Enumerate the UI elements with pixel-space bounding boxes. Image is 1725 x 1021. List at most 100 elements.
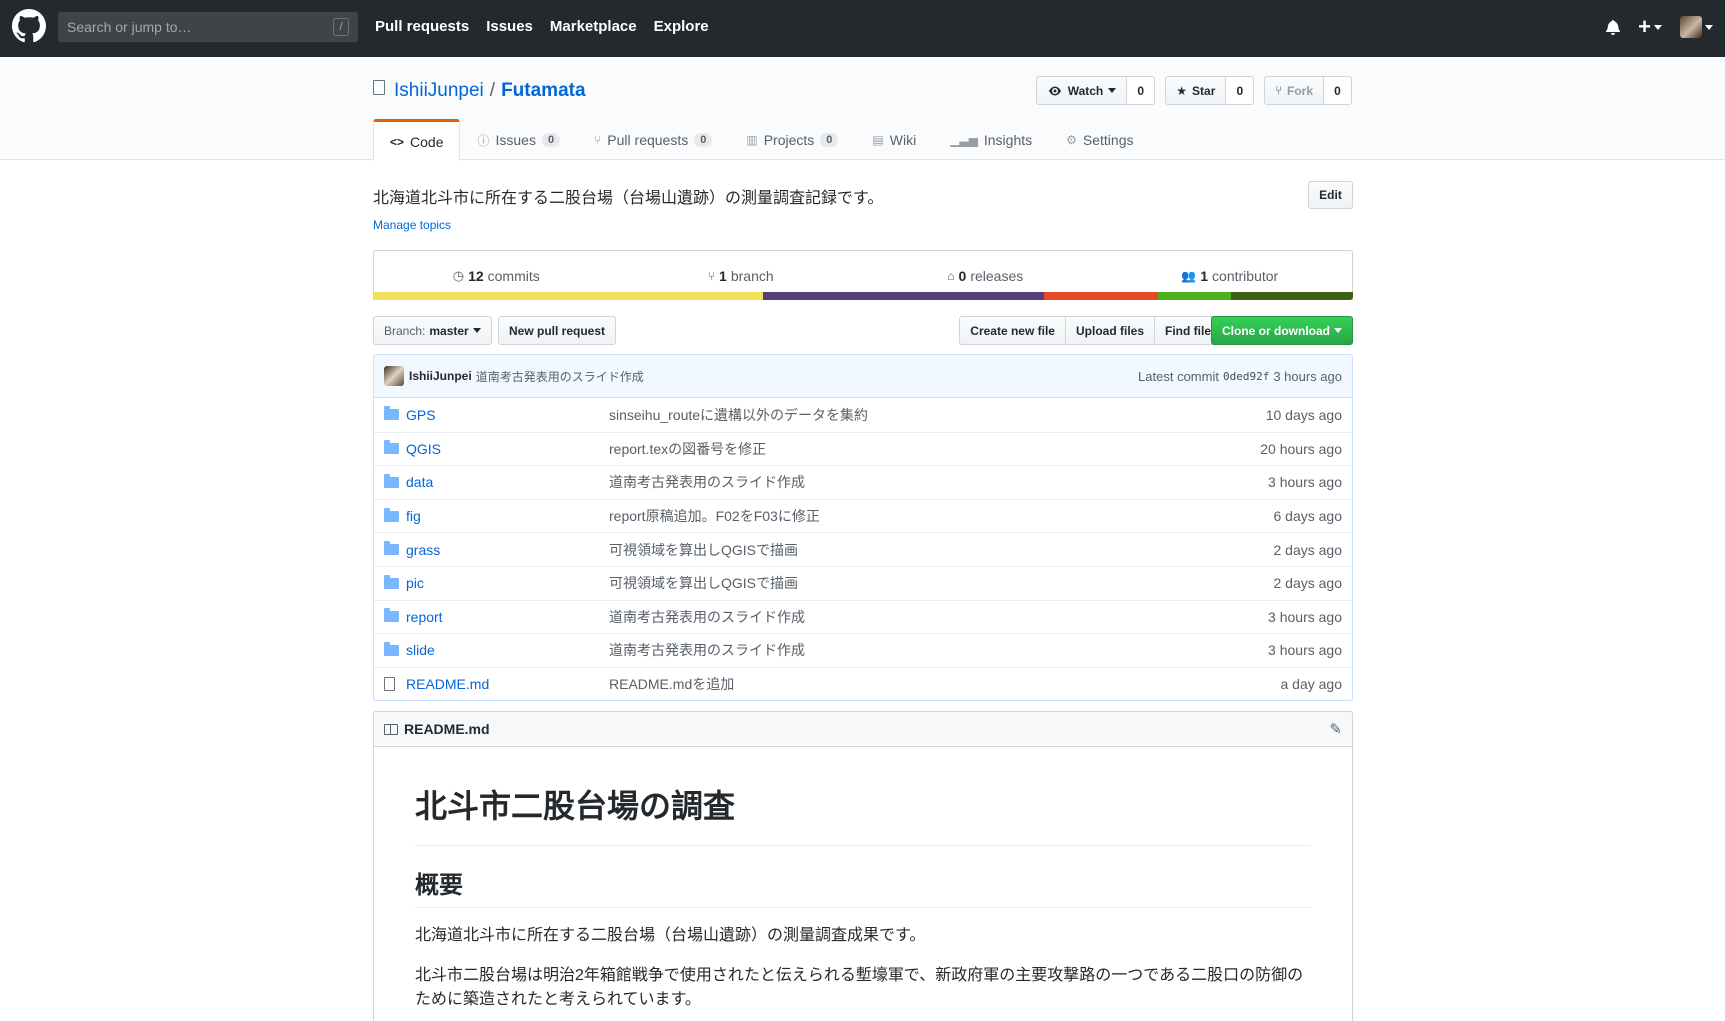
tab-label: Pull requests bbox=[607, 132, 689, 148]
file-age: 2 days ago bbox=[1273, 575, 1343, 592]
readme-header: README.md ✎ bbox=[373, 711, 1353, 747]
people-icon: 👥 bbox=[1181, 268, 1197, 283]
file-name-link[interactable]: report bbox=[406, 609, 609, 625]
latest-commit-label: Latest commit bbox=[1138, 368, 1219, 384]
file-age: 3 hours ago bbox=[1268, 608, 1342, 625]
language-segment bbox=[1157, 292, 1232, 300]
table-row: fig report原稿追加。F02をF03に修正 6 days ago bbox=[374, 498, 1352, 533]
commit-message-link[interactable]: 道南考古発表用のスライド作成 bbox=[476, 368, 644, 385]
tab-insights[interactable]: ▁▃▅ Insights bbox=[933, 119, 1049, 160]
tab-settings[interactable]: ⚙ Settings bbox=[1049, 119, 1150, 160]
watch-count[interactable]: 0 bbox=[1127, 76, 1156, 105]
chevron-down-icon bbox=[1705, 24, 1713, 30]
branch-count: 1 bbox=[719, 267, 727, 284]
file-name-link[interactable]: QGIS bbox=[406, 441, 609, 457]
watch-group: Watch 0 bbox=[1035, 76, 1156, 105]
file-commit-message-link[interactable]: 道南考古発表用のスライド作成 bbox=[609, 640, 1268, 660]
file-commit-message-link[interactable]: 可視領域を算出しQGISで描画 bbox=[609, 573, 1274, 593]
file-age: a day ago bbox=[1280, 676, 1343, 693]
create-new-menu[interactable]: + bbox=[1638, 16, 1662, 38]
repo-owner-link[interactable]: IshiiJunpei bbox=[394, 80, 484, 102]
table-row: pic 可視領域を算出しQGISで描画 2 days ago bbox=[374, 565, 1352, 600]
file-commit-message-link[interactable]: sinseihu_routeに遺構以外のデータを集約 bbox=[609, 405, 1266, 425]
global-nav: Pull requests Issues Marketplace Explore bbox=[375, 18, 709, 35]
edit-description-button[interactable]: Edit bbox=[1308, 181, 1353, 209]
manage-topics-link[interactable]: Manage topics bbox=[373, 218, 451, 232]
nav-issues[interactable]: Issues bbox=[486, 18, 533, 35]
user-menu[interactable] bbox=[1680, 16, 1713, 38]
watch-button[interactable]: Watch bbox=[1035, 76, 1128, 105]
avatar[interactable] bbox=[384, 366, 404, 386]
star-count[interactable]: 0 bbox=[1226, 76, 1255, 105]
fork-button[interactable]: ⑂ Fork bbox=[1264, 76, 1324, 105]
language-segment bbox=[1231, 292, 1353, 300]
commits-label: commits bbox=[487, 267, 540, 284]
file-commit-message-link[interactable]: README.mdを追加 bbox=[609, 674, 1281, 694]
user-controls: + bbox=[1606, 16, 1713, 38]
code-icon: <> bbox=[390, 134, 405, 149]
table-row: GPS sinseihu_routeに遺構以外のデータを集約 10 days a… bbox=[374, 398, 1352, 432]
book-icon bbox=[384, 723, 398, 735]
language-bar[interactable] bbox=[373, 292, 1353, 300]
commit-sha-link[interactable]: 0ded92f bbox=[1223, 370, 1269, 383]
github-logo-icon[interactable] bbox=[12, 9, 46, 43]
file-name-link[interactable]: grass bbox=[406, 542, 609, 558]
branch-icon: ⑂ bbox=[707, 268, 716, 283]
file-commit-message-link[interactable]: report原稿追加。F02をF03に修正 bbox=[609, 506, 1274, 526]
star-button[interactable]: ★ Star bbox=[1165, 76, 1227, 105]
file-name-link[interactable]: pic bbox=[406, 575, 609, 591]
clone-download-button[interactable]: Clone or download bbox=[1211, 316, 1353, 345]
file-commit-message-link[interactable]: 可視領域を算出しQGISで描画 bbox=[609, 540, 1274, 560]
repo-name-link[interactable]: Futamata bbox=[501, 80, 585, 102]
nav-explore[interactable]: Explore bbox=[654, 18, 709, 35]
avatar bbox=[1680, 16, 1702, 38]
table-row: slide 道南考古発表用のスライド作成 3 hours ago bbox=[374, 633, 1352, 667]
file-age: 3 hours ago bbox=[1268, 642, 1342, 659]
history-icon: ◷ bbox=[452, 267, 465, 283]
create-new-file-button[interactable]: Create new file bbox=[959, 316, 1066, 345]
gear-icon: ⚙ bbox=[1066, 133, 1077, 147]
nav-marketplace[interactable]: Marketplace bbox=[550, 18, 637, 35]
readme-filename: README.md bbox=[404, 721, 490, 737]
issue-icon: ⓘ bbox=[477, 133, 490, 148]
readme-subheading: 概要 bbox=[415, 870, 1311, 908]
file-commit-message-link[interactable]: report.texの図番号を修正 bbox=[609, 439, 1260, 459]
file-name-link[interactable]: GPS bbox=[406, 407, 609, 423]
file-age: 3 hours ago bbox=[1268, 474, 1342, 491]
pencil-icon[interactable]: ✎ bbox=[1329, 720, 1342, 738]
tab-label: Insights bbox=[983, 132, 1033, 148]
file-name-link[interactable]: slide bbox=[406, 642, 609, 658]
folder-icon bbox=[384, 574, 399, 589]
commit-meta: Latest commit 0ded92f 3 hours ago bbox=[1138, 369, 1342, 384]
path-separator: / bbox=[489, 80, 496, 101]
commit-author-link[interactable]: IshiiJunpei bbox=[409, 369, 472, 383]
readme-paragraph: 北海道北斗市に所在する二股台場（台場山遺跡）の測量調査成果です。 bbox=[415, 927, 926, 944]
tab-wiki[interactable]: ▤ Wiki bbox=[855, 119, 933, 160]
chevron-down-icon bbox=[1334, 328, 1342, 333]
file-name-link[interactable]: data bbox=[406, 474, 609, 490]
file-icon bbox=[384, 677, 395, 692]
nav-pull-requests[interactable]: Pull requests bbox=[375, 18, 469, 35]
chevron-down-icon bbox=[1654, 24, 1662, 30]
file-commit-message-link[interactable]: 道南考古発表用のスライド作成 bbox=[609, 472, 1268, 492]
branch-select-button[interactable]: Branch: master bbox=[373, 316, 492, 345]
bell-icon[interactable] bbox=[1606, 19, 1621, 35]
file-commit-message-link[interactable]: 道南考古発表用のスライド作成 bbox=[609, 607, 1268, 627]
tab-code[interactable]: <> Code bbox=[373, 119, 461, 161]
chevron-down-icon bbox=[472, 328, 481, 333]
file-name-link[interactable]: fig bbox=[406, 508, 609, 524]
tab-projects[interactable]: ▥ Projects 0 bbox=[729, 119, 855, 160]
new-pull-request-button[interactable]: New pull request bbox=[498, 316, 617, 345]
table-row: grass 可視領域を算出しQGISで描画 2 days ago bbox=[374, 532, 1352, 566]
tab-pull-requests[interactable]: ⑂ Pull requests 0 bbox=[577, 119, 729, 160]
chevron-down-icon bbox=[1108, 88, 1117, 93]
folder-icon bbox=[384, 608, 399, 623]
search-input[interactable] bbox=[58, 12, 358, 42]
fork-group: ⑂ Fork 0 bbox=[1264, 76, 1352, 105]
star-icon: ★ bbox=[1176, 83, 1188, 98]
tab-issues[interactable]: ⓘ Issues 0 bbox=[460, 119, 577, 160]
upload-files-button[interactable]: Upload files bbox=[1064, 316, 1155, 345]
file-name-link[interactable]: README.md bbox=[406, 676, 609, 692]
fork-count[interactable]: 0 bbox=[1324, 76, 1352, 105]
file-age: 20 hours ago bbox=[1260, 440, 1342, 457]
